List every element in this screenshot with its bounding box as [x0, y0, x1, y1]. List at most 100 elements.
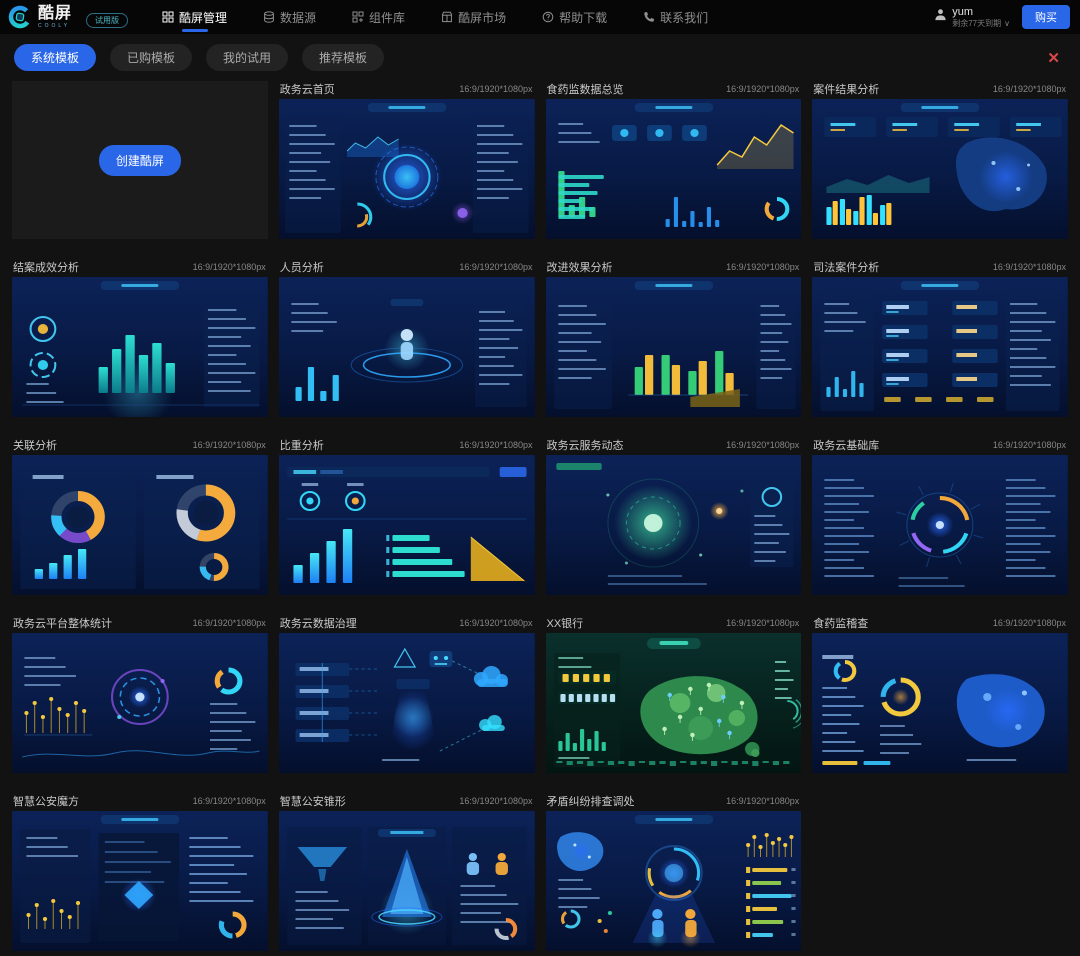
template-title: 政务云首页 [280, 81, 335, 97]
card-header: 政务云平台整体统计 16:9/1920*1080px [12, 615, 268, 633]
subscription-status: 剩余77天到期 [952, 19, 1001, 28]
template-size: 16:9/1920*1080px [726, 262, 799, 272]
template-card: 政务云平台整体统计 16:9/1920*1080px [12, 615, 268, 773]
logo-title: 酷屏 [38, 6, 72, 22]
app-logo[interactable]: 酷屏 COOLY 试用版 [8, 5, 128, 29]
template-size: 16:9/1920*1080px [459, 618, 532, 628]
market-icon [441, 11, 453, 23]
template-title: 政务云基础库 [813, 437, 879, 453]
template-thumbnail[interactable] [546, 99, 802, 239]
main-menu: 酷屏管理 数据源 组件库 酷屏市场 帮助下载 联系我们 [162, 0, 708, 34]
buy-button[interactable]: 购买 [1022, 5, 1070, 29]
template-title: 改进效果分析 [547, 259, 613, 275]
template-title: 政务云平台整体统计 [13, 615, 112, 631]
card-header: 政务云数据治理16:9/1920*1080px [279, 615, 535, 633]
template-thumbnail[interactable] [279, 811, 535, 951]
template-thumbnail[interactable] [279, 277, 535, 417]
template-thumbnail[interactable] [812, 277, 1068, 417]
top-navbar: 酷屏 COOLY 试用版 酷屏管理 数据源 组件库 酷屏市场 帮助下载 联系我们 yum … [0, 0, 1080, 34]
close-icon[interactable]: ✕ [1041, 49, 1066, 67]
template-title: 关联分析 [13, 437, 57, 453]
grid-icon [162, 11, 174, 23]
template-grid: 创建酷屏 政务云首页16:9/1920*1080px食药监数据总览16:9/19… [0, 81, 1080, 956]
template-title: 比重分析 [280, 437, 324, 453]
template-tabs: 系统模板已购模板我的试用推荐模板 [14, 44, 398, 71]
template-thumbnail[interactable] [12, 811, 268, 951]
card-header: 食药监数据总览16:9/1920*1080px [546, 81, 802, 99]
template-thumbnail[interactable] [546, 633, 802, 773]
card-header: 食药监稽查16:9/1920*1080px [812, 615, 1068, 633]
tab-system[interactable]: 系统模板 [14, 44, 96, 71]
template-card: 政务云服务动态16:9/1920*1080px [546, 437, 802, 595]
template-card: 矛盾纠纷排查调处16:9/1920*1080px [546, 793, 802, 951]
menu-item-manage[interactable]: 酷屏管理 [162, 0, 227, 34]
components-icon [352, 11, 364, 23]
template-size: 16:9/1920*1080px [726, 84, 799, 94]
template-size: 16:9/1920*1080px [193, 440, 266, 450]
menu-item-help[interactable]: 帮助下载 [542, 0, 607, 34]
template-thumbnail[interactable] [812, 633, 1068, 773]
tab-recommended[interactable]: 推荐模板 [302, 44, 384, 71]
card-header: 改进效果分析 16:9/1920*1080px [546, 259, 802, 277]
template-thumbnail[interactable] [12, 455, 268, 595]
logo-subtitle: COOLY [38, 24, 72, 29]
menu-item-datasource[interactable]: 数据源 [263, 0, 316, 34]
menu-item-label: 酷屏管理 [179, 9, 227, 26]
user-menu[interactable]: yum 剩余77天到期 ∨ [934, 6, 1010, 28]
template-thumbnail[interactable] [12, 633, 268, 773]
card-header: 政务云基础库 16:9/1920*1080px [812, 437, 1068, 455]
card-header: XX银行16:9/1920*1080px [546, 615, 802, 633]
template-size: 16:9/1920*1080px [459, 84, 532, 94]
template-size: 16:9/1920*1080px [193, 796, 266, 806]
template-card: 关联分析 16:9/1920*1080px [12, 437, 268, 595]
menu-item-market[interactable]: 酷屏市场 [441, 0, 506, 34]
template-card: 案件结果分析16:9/1920*1080px [812, 81, 1068, 239]
template-card: XX银行16:9/1920*1080px [546, 615, 802, 773]
card-header: 智慧公安锥形16:9/1920*1080px [279, 793, 535, 811]
user-name: yum [952, 6, 1010, 19]
template-title: 矛盾纠纷排查调处 [547, 793, 635, 809]
template-title: 政务云服务动态 [547, 437, 624, 453]
menu-item-label: 帮助下载 [559, 9, 607, 26]
card-header: 智慧公安魔方 16:9/1920*1080px [12, 793, 268, 811]
template-thumbnail[interactable] [546, 455, 802, 595]
template-thumbnail[interactable] [812, 455, 1068, 595]
tab-trial[interactable]: 我的试用 [206, 44, 288, 71]
template-size: 16:9/1920*1080px [459, 262, 532, 272]
navbar-right: yum 剩余77天到期 ∨ 购买 [934, 5, 1070, 29]
template-card: 政务云首页 16:9/1920*1080px [279, 81, 535, 239]
template-size: 16:9/1920*1080px [193, 262, 266, 272]
phone-icon [643, 11, 655, 23]
trial-badge: 试用版 [86, 13, 128, 28]
card-header: 案件结果分析16:9/1920*1080px [812, 81, 1068, 99]
menu-item-label: 组件库 [369, 9, 405, 26]
template-size: 16:9/1920*1080px [726, 618, 799, 628]
cooly-logo-icon [8, 5, 32, 29]
menu-item-contact[interactable]: 联系我们 [643, 0, 708, 34]
template-title: 智慧公安锥形 [280, 793, 346, 809]
tab-purchased[interactable]: 已购模板 [110, 44, 192, 71]
template-title: 智慧公安魔方 [13, 793, 79, 809]
template-card: 政务云基础库 16:9/1920*1080px [812, 437, 1068, 595]
user-icon [934, 8, 947, 26]
card-header: 政务云服务动态16:9/1920*1080px [546, 437, 802, 455]
menu-item-components[interactable]: 组件库 [352, 0, 405, 34]
template-thumbnail[interactable] [279, 99, 535, 239]
menu-item-label: 数据源 [280, 9, 316, 26]
database-icon [263, 11, 275, 23]
template-card: 政务云数据治理16:9/1920*1080px [279, 615, 535, 773]
template-size: 16:9/1920*1080px [993, 84, 1066, 94]
template-thumbnail[interactable] [12, 277, 268, 417]
template-title: 人员分析 [280, 259, 324, 275]
template-thumbnail[interactable] [812, 99, 1068, 239]
card-header: 结案成效分析16:9/1920*1080px [12, 259, 268, 277]
template-thumbnail[interactable] [546, 811, 802, 951]
template-thumbnail[interactable] [546, 277, 802, 417]
template-thumbnail[interactable] [279, 455, 535, 595]
template-thumbnail[interactable] [279, 633, 535, 773]
template-size: 16:9/1920*1080px [193, 618, 266, 628]
template-size: 16:9/1920*1080px [993, 618, 1066, 628]
template-card: 比重分析16:9/1920*1080px [279, 437, 535, 595]
create-screen-button[interactable]: 创建酷屏 [99, 145, 181, 176]
template-size: 16:9/1920*1080px [993, 440, 1066, 450]
